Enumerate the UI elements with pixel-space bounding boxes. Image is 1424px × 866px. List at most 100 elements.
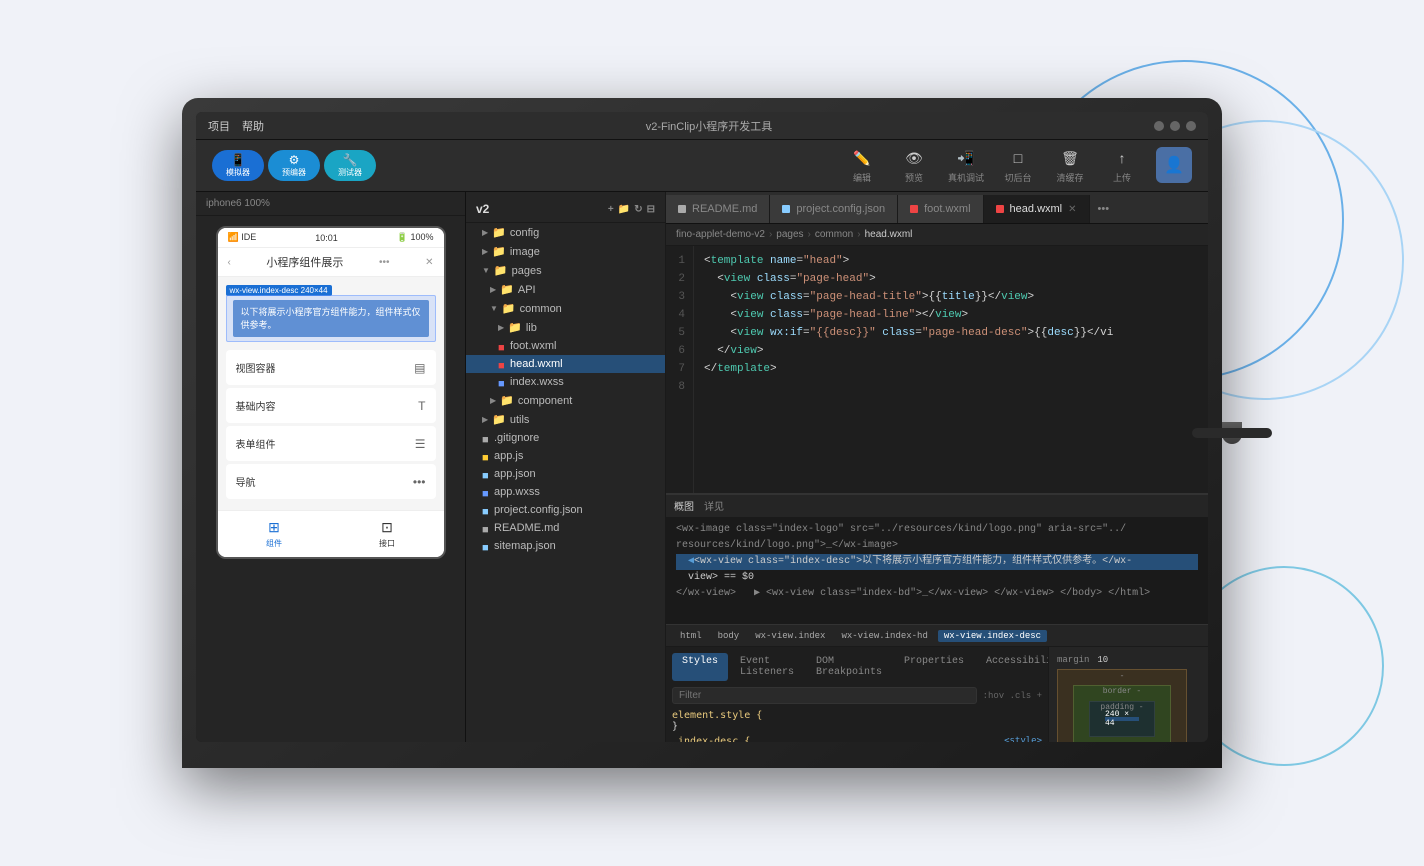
list-label-0: 视图容器 <box>236 360 276 375</box>
avatar-button[interactable]: 👤 <box>1156 147 1192 183</box>
tree-item-common[interactable]: ▼ 📁 common <box>466 299 665 318</box>
box-content-size: 240 × 44 <box>1105 710 1139 728</box>
tree-arrow-common: ▼ <box>490 304 498 313</box>
code-editor-container: 12345678 <template name="head"> <view cl… <box>666 246 1208 742</box>
tree-item-head-wxml[interactable]: ■ head.wxml <box>466 355 665 373</box>
menu-help[interactable]: 帮助 <box>242 118 264 134</box>
tab-more-button[interactable]: ••• <box>1090 195 1118 223</box>
bg-icon: □ <box>1007 147 1029 169</box>
el-tag-wx-view-index[interactable]: wx-view.index <box>749 630 831 642</box>
tree-item-config[interactable]: ▶ 📁 config <box>466 223 665 242</box>
list-label-3: 导航 <box>236 474 256 489</box>
tree-item-lib[interactable]: ▶ 📁 lib <box>466 318 665 337</box>
tree-label-pages: pages <box>512 265 542 277</box>
close-button[interactable] <box>1186 121 1196 131</box>
tab-project-config[interactable]: project.config.json <box>770 195 898 223</box>
box-border-label: border - <box>1074 686 1170 696</box>
html-code[interactable]: <wx-image class="index-logo" src="../res… <box>666 518 1208 624</box>
code-view[interactable]: 12345678 <template name="head"> <view cl… <box>666 246 1208 493</box>
folder-common-icon: 📁 <box>502 302 516 315</box>
tree-label-app-wxss: app.wxss <box>494 486 540 498</box>
bg-action[interactable]: □ 切后台 <box>1000 147 1036 184</box>
tree-item-app-json[interactable]: ■ app.json <box>466 465 665 483</box>
breadcrumb-root[interactable]: fino-applet-demo-v2 <box>676 229 765 240</box>
tree-item-foot-wxml[interactable]: ■ foot.wxml <box>466 337 665 355</box>
styles-tab-styles[interactable]: Styles <box>672 653 728 681</box>
upload-action[interactable]: ↑ 上传 <box>1104 147 1140 184</box>
tree-refresh-icon[interactable]: ↻ <box>634 204 642 215</box>
nav-component-label: 组件 <box>266 538 282 549</box>
simulator-mode-button[interactable]: 📱 模拟器 <box>212 150 264 181</box>
tree-arrow-utils: ▶ <box>482 415 488 424</box>
tab-foot-wxml[interactable]: foot.wxml <box>898 195 983 223</box>
clear-action[interactable]: 🗑 清缓存 <box>1052 147 1088 184</box>
phone-close-icon[interactable]: ✕ <box>425 257 433 268</box>
breadcrumb-pages[interactable]: pages <box>776 229 803 240</box>
tree-item-readme[interactable]: ■ README.md <box>466 519 665 537</box>
filter-input[interactable] <box>672 687 977 704</box>
tree-item-image[interactable]: ▶ 📁 image <box>466 242 665 261</box>
minimize-button[interactable] <box>1154 121 1164 131</box>
styles-tab-event-listeners[interactable]: Event Listeners <box>730 653 804 681</box>
nav-item-component[interactable]: ⊞ 组件 <box>266 519 282 549</box>
styles-left: Styles Event Listeners DOM Breakpoints P… <box>666 647 1048 742</box>
file-icon-project-config: ■ <box>482 506 490 514</box>
tree-item-sitemap[interactable]: ■ sitemap.json <box>466 537 665 555</box>
html-tab-details[interactable]: 详见 <box>704 498 724 514</box>
tree-collapse-icon[interactable]: ⊟ <box>647 204 655 215</box>
nav-item-interface[interactable]: ⊡ 接口 <box>379 519 395 549</box>
tree-item-api[interactable]: ▶ 📁 API <box>466 280 665 299</box>
tree-item-app-wxss[interactable]: ■ app.wxss <box>466 483 665 501</box>
tab-readme[interactable]: README.md <box>666 195 770 223</box>
html-tab-label[interactable]: 概图 <box>674 498 694 514</box>
tree-item-project-config[interactable]: ■ project.config.json <box>466 501 665 519</box>
tree-item-gitignore[interactable]: ■ .gitignore <box>466 429 665 447</box>
tree-arrow-component: ▶ <box>490 396 496 405</box>
tree-item-utils[interactable]: ▶ 📁 utils <box>466 410 665 429</box>
window-title: v2-FinClip小程序开发工具 <box>264 118 1154 134</box>
tab-head-wxml[interactable]: head.wxml ✕ <box>984 195 1090 223</box>
code-lines[interactable]: <template name="head"> <view class="page… <box>694 246 1208 493</box>
styles-tab-dom-breakpoints[interactable]: DOM Breakpoints <box>806 653 892 681</box>
html-line-1: <wx-image class="index-logo" src="../res… <box>676 524 1126 535</box>
avatar-icon: 👤 <box>1164 155 1184 175</box>
tree-new-file-icon[interactable]: + <box>608 204 614 215</box>
tree-item-pages[interactable]: ▼ 📁 pages <box>466 261 665 280</box>
preview-action[interactable]: 👁 预览 <box>896 147 932 184</box>
list-item-2[interactable]: 表单组件 ☰ <box>226 426 436 461</box>
el-tag-body[interactable]: body <box>712 630 746 642</box>
code-line-3: <view class="page-head-title">{{title}}<… <box>704 288 1208 306</box>
tree-item-component[interactable]: ▶ 📁 component <box>466 391 665 410</box>
tree-new-folder-icon[interactable]: 📁 <box>618 204 630 215</box>
styles-tab-properties[interactable]: Properties <box>894 653 974 681</box>
real-mode-button[interactable]: ⚙ 预编器 <box>268 150 320 181</box>
tree-label-app-json: app.json <box>494 468 536 480</box>
list-item-0[interactable]: 视图容器 ▤ <box>226 350 436 385</box>
edit-label: 编辑 <box>853 171 871 184</box>
el-tag-wx-view-index-desc[interactable]: wx-view.index-desc <box>938 630 1047 642</box>
preview-header: iphone6 100% <box>196 192 465 216</box>
maximize-button[interactable] <box>1170 121 1180 131</box>
box-visual: - border - pad <box>1057 669 1187 742</box>
tab-close-head-wxml[interactable]: ✕ <box>1068 204 1076 215</box>
phone-back-icon: ‹ <box>228 257 231 268</box>
breadcrumb-common[interactable]: common <box>815 229 853 240</box>
el-tag-html[interactable]: html <box>674 630 708 642</box>
box-model: margin 10 - <box>1048 647 1208 742</box>
styles-tab-accessibility[interactable]: Accessibility <box>976 653 1048 681</box>
list-item-3[interactable]: 导航 ••• <box>226 464 436 499</box>
menu-project[interactable]: 项目 <box>208 118 230 134</box>
real-debug-action[interactable]: 📲 真机调试 <box>948 147 984 184</box>
tree-header-actions: + 📁 ↻ ⊟ <box>608 204 655 215</box>
el-tag-wx-view-index-hd[interactable]: wx-view.index-hd <box>835 630 933 642</box>
test-mode-button[interactable]: 🔧 测试器 <box>324 150 376 181</box>
tree-label-app-js: app.js <box>494 450 523 462</box>
phone-menu-icon[interactable]: ••• <box>379 257 390 268</box>
tree-item-app-js[interactable]: ■ app.js <box>466 447 665 465</box>
edit-action[interactable]: ✏️ 编辑 <box>844 147 880 184</box>
tree-label-config: config <box>510 227 539 239</box>
preview-label: 预览 <box>905 171 923 184</box>
list-icon-2: ☰ <box>415 437 426 451</box>
list-item-1[interactable]: 基础内容 T <box>226 388 436 423</box>
tree-item-index-wxss[interactable]: ■ index.wxss <box>466 373 665 391</box>
